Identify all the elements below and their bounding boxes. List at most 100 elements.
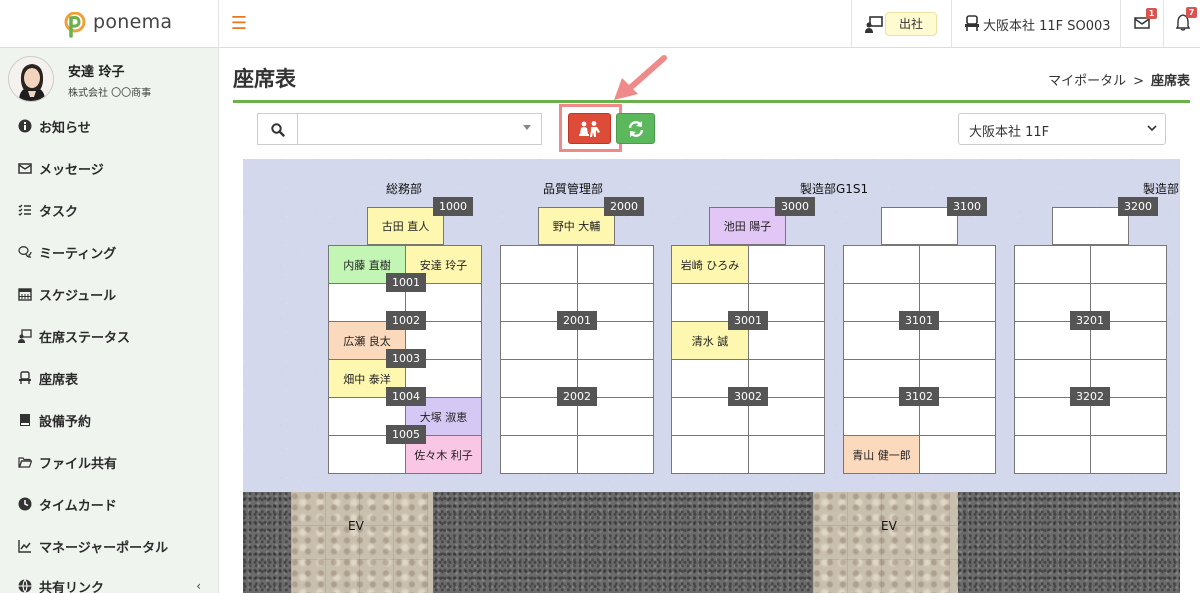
seat[interactable] bbox=[919, 245, 996, 284]
seat[interactable]: 青山 健一郎 bbox=[843, 435, 920, 474]
current-location: 大阪本社 11F SO003 bbox=[983, 19, 1111, 34]
seat-occupant: 岩崎 ひろみ bbox=[680, 258, 740, 272]
sidebar-item-equipment[interactable]: 設備予約 bbox=[0, 405, 219, 435]
menu-toggle-icon[interactable]: ☰ bbox=[229, 14, 249, 34]
attendance-status-badge[interactable]: 出社 bbox=[885, 12, 937, 36]
seat-occupant: 清水 誠 bbox=[691, 334, 729, 348]
seat[interactable] bbox=[1014, 435, 1091, 474]
elevator-area bbox=[291, 492, 433, 593]
calendar-icon bbox=[18, 288, 32, 301]
search-icon bbox=[271, 123, 285, 137]
avatar[interactable] bbox=[8, 56, 54, 102]
seat[interactable] bbox=[500, 245, 578, 284]
people-seat-icon bbox=[579, 121, 600, 137]
seat[interactable] bbox=[1090, 435, 1167, 474]
sidebar-item-meetings[interactable]: ミーティング bbox=[0, 237, 219, 267]
breadcrumb-link-my-portal[interactable]: マイポータル bbox=[1048, 74, 1126, 89]
seat[interactable] bbox=[748, 435, 825, 474]
header-divider bbox=[851, 0, 852, 48]
refresh-icon bbox=[628, 121, 644, 137]
sidebar-item-label: タイムカード bbox=[39, 498, 117, 514]
seat-tag: 1005 bbox=[386, 425, 426, 444]
folder-open-icon bbox=[18, 457, 32, 468]
seat-tag: 1003 bbox=[386, 349, 426, 368]
elevator-label: EV bbox=[881, 519, 897, 533]
user-company: 株式会社 〇〇商事 bbox=[68, 88, 152, 99]
seat-tag: 3102 bbox=[899, 387, 939, 406]
seat-occupant: 古田 直人 bbox=[381, 220, 430, 233]
sidebar-item-label: 座席表 bbox=[39, 372, 79, 388]
sidebar-item-tasks[interactable]: タスク bbox=[0, 195, 219, 225]
refresh-button[interactable] bbox=[616, 113, 655, 144]
sidebar-item-shared-links[interactable]: 共有リンク ‹ bbox=[0, 571, 219, 593]
employee-search-select[interactable] bbox=[297, 113, 542, 145]
seat-occupant: 広瀬 良太 bbox=[343, 334, 391, 348]
seat-occupant: 佐々木 利子 bbox=[414, 448, 473, 462]
seat-tag: 3000 bbox=[775, 197, 815, 216]
chair-icon bbox=[19, 371, 31, 384]
seat-tag: 3100 bbox=[947, 197, 987, 216]
sidebar-item-notices[interactable]: お知らせ bbox=[0, 111, 219, 141]
breadcrumb-current: 座席表 bbox=[1150, 74, 1190, 89]
seat-tag: 3202 bbox=[1070, 387, 1110, 406]
seat-occupant: 安達 玲子 bbox=[419, 258, 468, 272]
chevron-down-icon bbox=[1147, 125, 1157, 132]
seat-occupant: 畑中 泰洋 bbox=[343, 372, 391, 386]
sidebar-item-label: ファイル共有 bbox=[39, 456, 118, 472]
elevator-area bbox=[813, 492, 958, 593]
sidebar-item-label: タスク bbox=[39, 204, 79, 220]
chair-icon bbox=[965, 15, 979, 31]
info-icon bbox=[18, 119, 32, 133]
book-icon bbox=[20, 414, 30, 426]
sidebar-item-schedule[interactable]: スケジュール bbox=[0, 279, 219, 309]
sidebar-item-label: マネージャーポータル bbox=[39, 540, 169, 556]
header-divider bbox=[951, 0, 952, 48]
seat-tag: 3101 bbox=[899, 311, 939, 330]
seat-occupant: 青山 健一郎 bbox=[852, 448, 911, 462]
chat-icon bbox=[18, 246, 32, 258]
search-button[interactable] bbox=[257, 113, 297, 145]
seat-occupy-button[interactable] bbox=[568, 113, 611, 144]
sidebar-item-messages[interactable]: メッセージ bbox=[0, 153, 219, 183]
sidebar-item-label: 共有リンク bbox=[39, 580, 105, 593]
seat[interactable] bbox=[1014, 245, 1091, 284]
seat[interactable] bbox=[748, 245, 825, 284]
mail-count-badge: 1 bbox=[1146, 8, 1157, 19]
sidebar-item-manager-portal[interactable]: マネージャーポータル bbox=[0, 531, 219, 561]
chevron-left-icon: ‹ bbox=[196, 579, 201, 593]
sidebar-item-seating[interactable]: 座席表 bbox=[0, 363, 219, 393]
seat-occupant: 野中 大輔 bbox=[552, 220, 601, 233]
seat[interactable] bbox=[500, 435, 578, 474]
seat-tag: 1004 bbox=[386, 387, 426, 406]
seat-tag: 3200 bbox=[1118, 197, 1158, 216]
seat-occupant: 内藤 直樹 bbox=[343, 258, 391, 272]
presence-icon bbox=[18, 329, 32, 343]
seat[interactable] bbox=[671, 435, 749, 474]
seat[interactable] bbox=[919, 435, 996, 474]
caret-down-icon bbox=[523, 125, 531, 130]
clock-icon bbox=[18, 497, 32, 511]
header-divider bbox=[1163, 0, 1164, 48]
seat[interactable] bbox=[577, 435, 654, 474]
header-divider bbox=[1120, 0, 1121, 48]
seat[interactable] bbox=[577, 245, 654, 284]
ponema-logo-icon bbox=[64, 12, 86, 38]
seat[interactable] bbox=[1090, 245, 1167, 284]
user-name: 安達 玲子 bbox=[68, 65, 125, 80]
sidebar-item-timecard[interactable]: タイムカード bbox=[0, 489, 219, 519]
line-chart-icon bbox=[18, 540, 31, 553]
seat[interactable] bbox=[843, 245, 920, 284]
sidebar-item-label: 在席ステータス bbox=[39, 330, 131, 346]
sidebar: 安達 玲子 株式会社 〇〇商事 お知らせ メッセージ タスク ミーティング スケ… bbox=[0, 48, 219, 593]
elevator-label: EV bbox=[348, 519, 364, 533]
sidebar-item-files[interactable]: ファイル共有 bbox=[0, 447, 219, 477]
dept-label: 製造部G1S1 bbox=[800, 182, 869, 196]
notification-count-badge: 7 bbox=[1186, 7, 1197, 18]
dept-label: 製造部 bbox=[1143, 182, 1180, 196]
dept-label: 総務部 bbox=[386, 182, 423, 196]
sidebar-item-presence[interactable]: 在席ステータス bbox=[0, 321, 219, 351]
seat[interactable]: 岩崎 ひろみ bbox=[671, 245, 749, 284]
floor-select[interactable]: 大阪本社 11F bbox=[958, 113, 1166, 145]
page-title: 座席表 bbox=[233, 67, 296, 91]
checklist-icon bbox=[18, 204, 31, 216]
